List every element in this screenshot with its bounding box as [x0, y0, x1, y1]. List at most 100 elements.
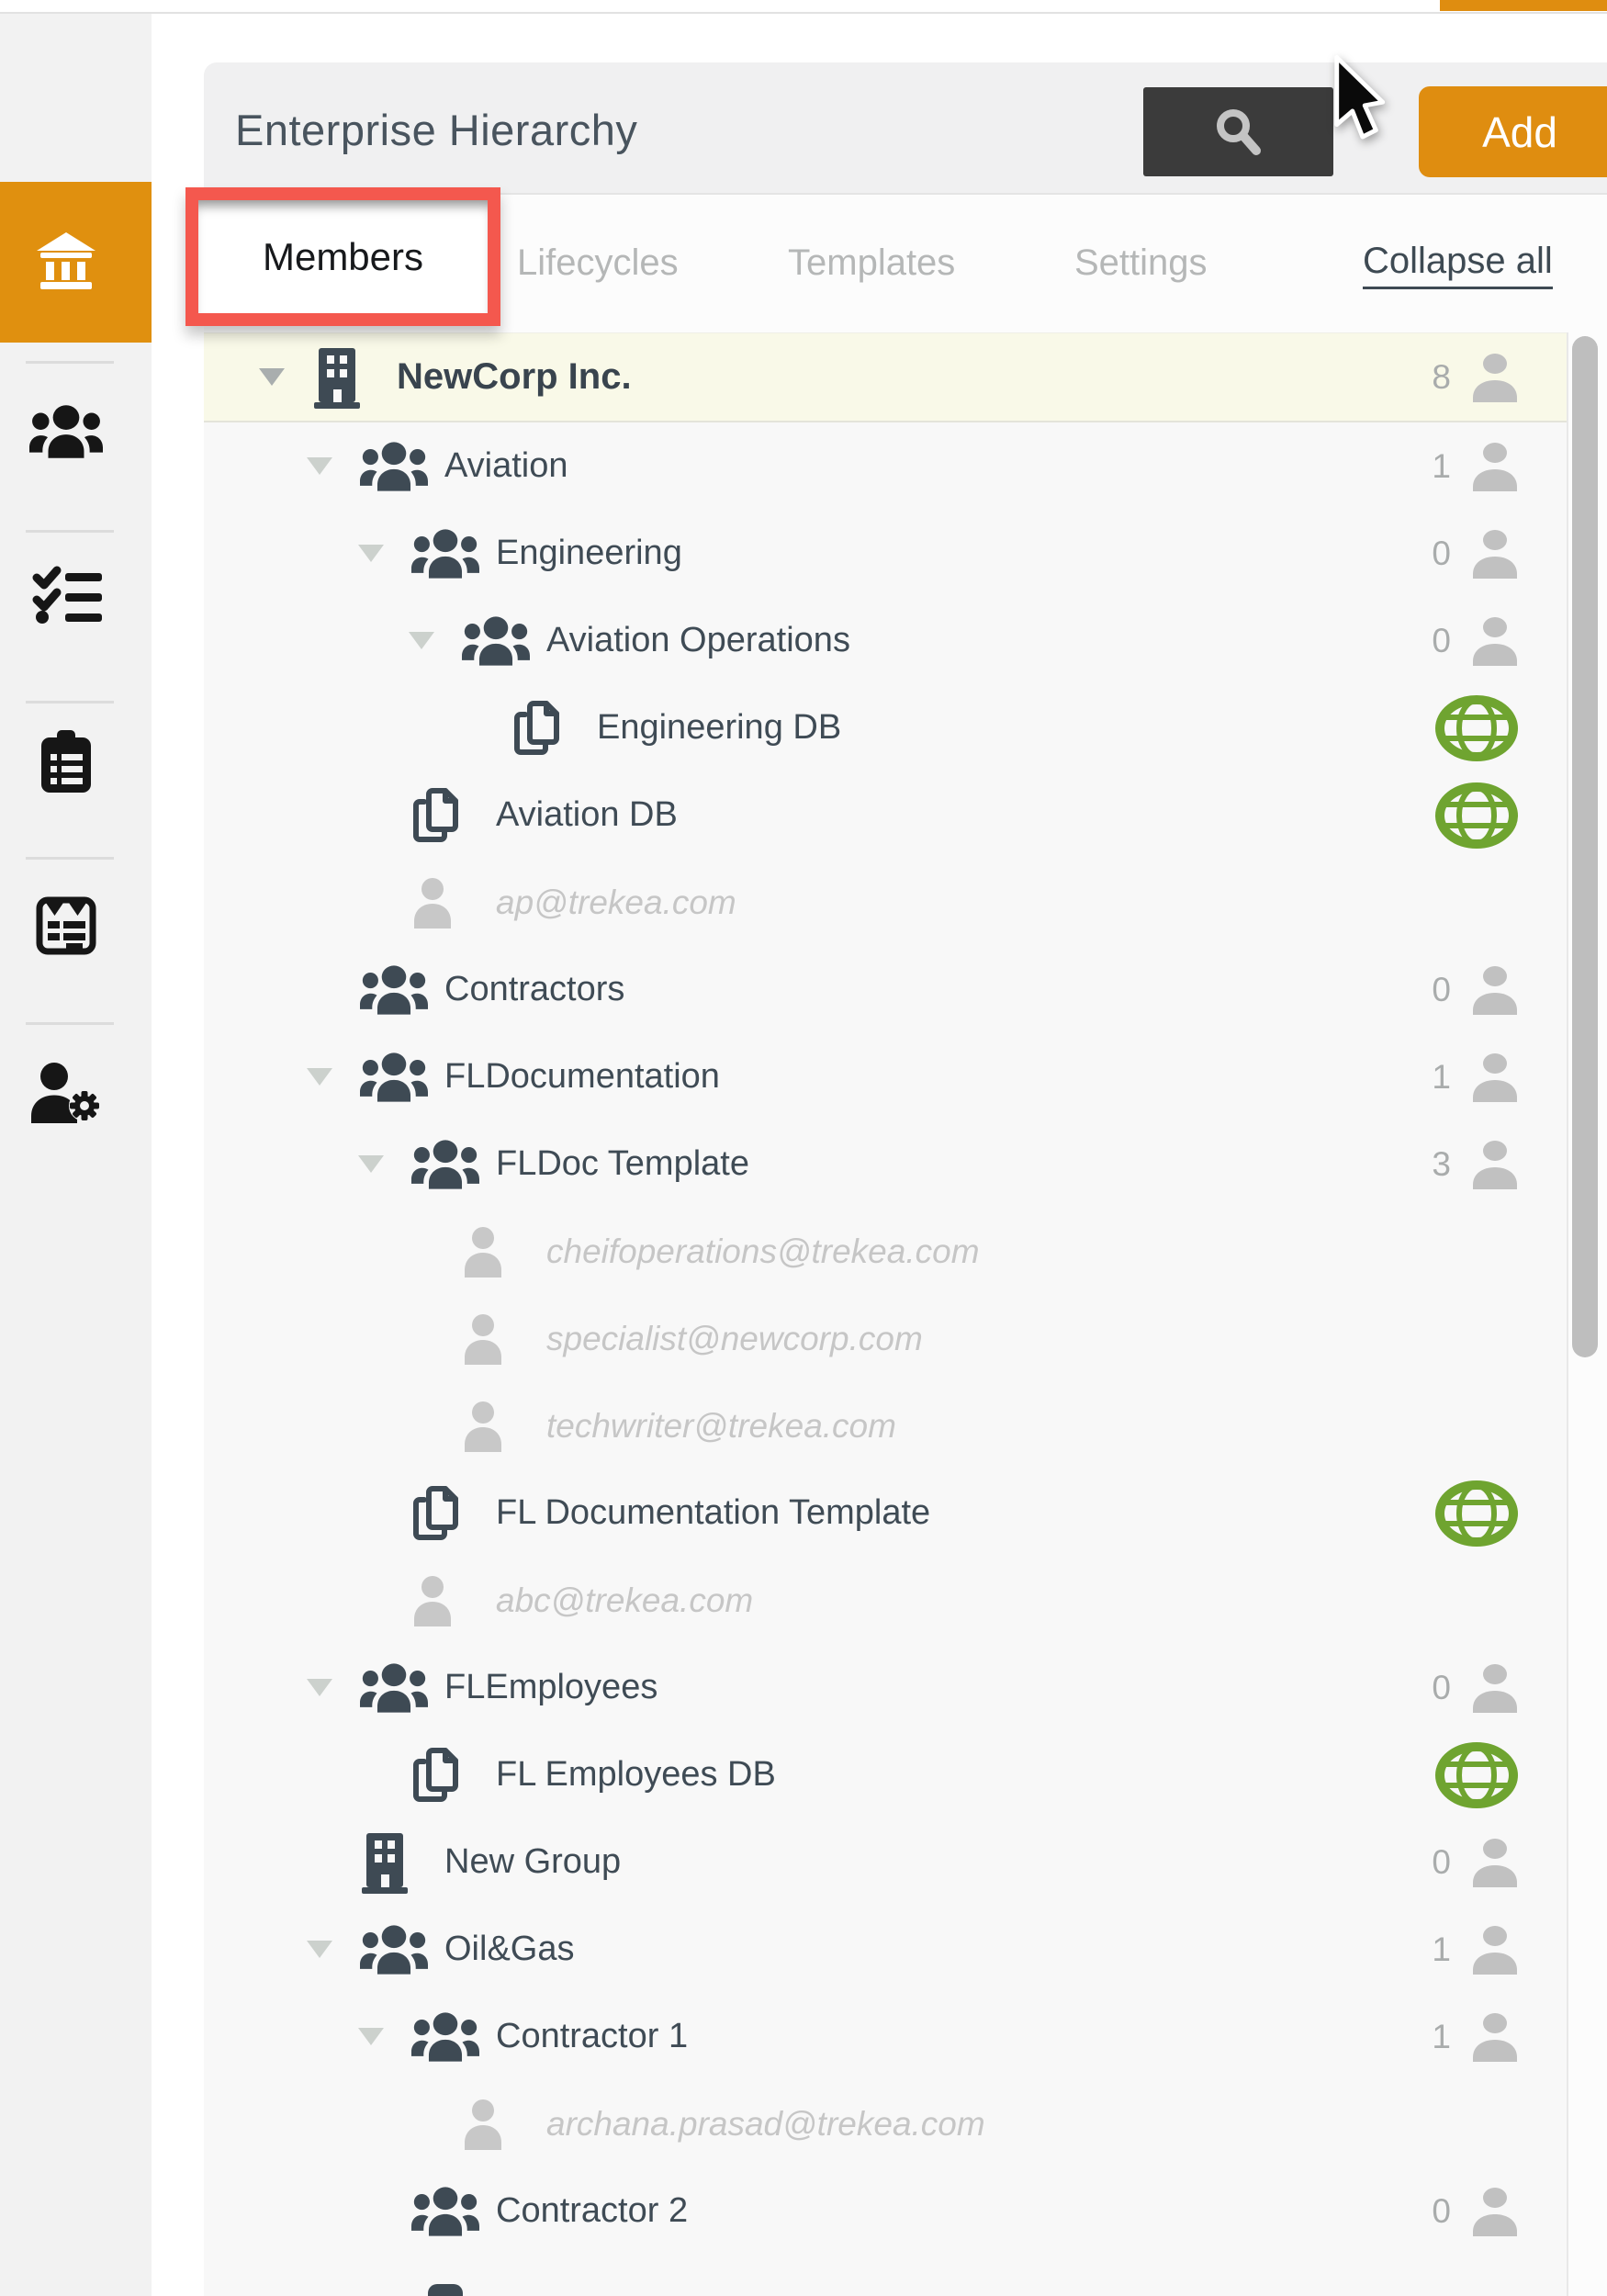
- tree-row[interactable]: Aviation DB: [204, 771, 1567, 859]
- tree-row[interactable]: FLEmployees 0: [204, 1644, 1567, 1731]
- member-count: 1: [1432, 447, 1451, 486]
- member-count: 3: [1432, 1145, 1451, 1184]
- expand-arrow-icon[interactable]: [307, 1941, 332, 1958]
- sidebar-divider: [26, 1022, 114, 1025]
- tree-row[interactable]: Aviation 1: [204, 422, 1567, 510]
- globe-icon: [1434, 694, 1519, 762]
- tree-row[interactable]: Engineering0: [204, 510, 1567, 597]
- annotation-box: Members: [185, 187, 500, 326]
- scrollbar-thumb[interactable]: [1572, 336, 1598, 1357]
- person-count-icon: [1469, 1838, 1521, 1887]
- person-count-icon: [1469, 1925, 1521, 1975]
- sidebar-item-bank[interactable]: [0, 207, 152, 317]
- tree-row[interactable]: cheifoperations@trekea.com: [204, 1208, 1567, 1295]
- person-count-icon: [1469, 529, 1521, 579]
- tree-row[interactable]: Contractor 20: [204, 2167, 1567, 2255]
- tree-row[interactable]: abc@trekea.com: [204, 1557, 1567, 1644]
- member-count: 0: [1432, 1669, 1451, 1707]
- tree-row[interactable]: techwriter@trekea.com: [204, 1382, 1567, 1469]
- tree-row-label: Engineering DB: [597, 708, 841, 748]
- search-icon: [1213, 107, 1264, 158]
- expand-arrow-icon[interactable]: [259, 368, 285, 386]
- group-icon: [411, 2187, 496, 2236]
- user-settings-icon: [29, 1063, 103, 1123]
- add-button[interactable]: Add: [1419, 86, 1607, 177]
- group-icon: [462, 616, 546, 666]
- tree-row-label: Aviation: [444, 446, 568, 486]
- expand-arrow-icon[interactable]: [307, 457, 332, 475]
- tree-row[interactable]: FL Documentation Template: [204, 1469, 1567, 1557]
- collapse-all-link[interactable]: Collapse all: [1363, 241, 1553, 289]
- sidebar-divider: [26, 361, 114, 364]
- tree-row[interactable]: New Group0: [204, 1818, 1567, 1906]
- users-icon: [29, 405, 103, 458]
- tree-row[interactable]: Engineering DB: [204, 684, 1567, 771]
- person-count-icon: [1469, 2187, 1521, 2236]
- tree-row-label: Contractors: [444, 970, 624, 1009]
- group-icon: [360, 1663, 444, 1713]
- group-icon: [411, 2012, 496, 2062]
- sidebar-item-news[interactable]: [0, 871, 152, 981]
- tree-row[interactable]: specialist@newcorp.com: [204, 1295, 1567, 1382]
- expand-arrow-icon[interactable]: [358, 1155, 384, 1173]
- sidebar: [0, 14, 152, 2296]
- user-icon: [411, 877, 496, 929]
- member-count: 0: [1432, 1843, 1451, 1882]
- user-icon: [462, 1313, 546, 1365]
- tab-settings[interactable]: Settings: [1074, 242, 1208, 284]
- expand-arrow-icon[interactable]: [409, 632, 434, 649]
- tree-row[interactable]: FLDoc Template3: [204, 1120, 1567, 1208]
- group-icon: [360, 442, 444, 491]
- document-icon: [411, 787, 496, 844]
- tree-row-label: FLEmployees: [444, 1668, 657, 1707]
- globe-icon: [1434, 782, 1519, 850]
- member-count: 0: [1432, 535, 1451, 573]
- sidebar-item-clipboard[interactable]: [0, 707, 152, 817]
- member-count: 0: [1432, 971, 1451, 1009]
- member-count: 1: [1432, 1930, 1451, 1969]
- enterprise-hierarchy-panel: Enterprise Hierarchy Add Lifecycles Temp…: [204, 62, 1607, 2296]
- globe-icon: [1434, 1741, 1519, 1809]
- tree-row-label: Contractor 2: [496, 2191, 688, 2231]
- person-count-icon: [1469, 965, 1521, 1015]
- mouse-cursor-icon: [1332, 55, 1396, 147]
- sidebar-item-checklist[interactable]: [0, 540, 152, 650]
- company-icon: [312, 346, 397, 409]
- partial-row-icon: [428, 2284, 463, 2296]
- expand-arrow-icon[interactable]: [307, 1679, 332, 1696]
- expand-arrow-icon[interactable]: [307, 1068, 332, 1086]
- user-icon: [462, 2099, 546, 2150]
- tree-row-label: techwriter@trekea.com: [546, 1407, 896, 1446]
- tree-row[interactable]: ap@trekea.com: [204, 859, 1567, 946]
- panel-header: Enterprise Hierarchy Add: [204, 62, 1607, 195]
- expand-arrow-icon[interactable]: [358, 545, 384, 562]
- clipboard-icon: [39, 730, 93, 794]
- document-icon: [411, 1485, 496, 1542]
- sidebar-item-users[interactable]: [0, 377, 152, 487]
- tree-row[interactable]: FLDocumentation1: [204, 1033, 1567, 1120]
- tab-lifecycles[interactable]: Lifecycles: [517, 242, 679, 284]
- tree-row[interactable]: Contractors 0: [204, 946, 1567, 1033]
- news-icon: [36, 895, 96, 956]
- tree-row[interactable]: archana.prasad@trekea.com: [204, 2080, 1567, 2167]
- tab-members[interactable]: Members: [198, 200, 488, 313]
- tree-row[interactable]: Contractor 11: [204, 1993, 1567, 2080]
- tree-row-label: Oil&Gas: [444, 1930, 574, 1969]
- page-title: Enterprise Hierarchy: [235, 105, 637, 155]
- top-orange-button-fragment[interactable]: [1440, 0, 1607, 11]
- tree-row[interactable]: FL Employees DB: [204, 1731, 1567, 1818]
- tree-row-label: Aviation DB: [496, 795, 678, 835]
- person-count-icon: [1469, 1663, 1521, 1713]
- document-icon: [411, 1747, 496, 1804]
- person-count-icon: [1469, 2012, 1521, 2062]
- expand-arrow-icon[interactable]: [358, 2028, 384, 2045]
- bank-icon: [33, 231, 99, 292]
- add-button-label: Add: [1482, 107, 1557, 157]
- tab-templates[interactable]: Templates: [788, 242, 955, 284]
- sidebar-divider: [26, 530, 114, 533]
- tree-row[interactable]: NewCorp Inc.8: [204, 332, 1567, 422]
- sidebar-item-user-settings[interactable]: [0, 1038, 152, 1148]
- tree-row[interactable]: Oil&Gas 1: [204, 1906, 1567, 1993]
- search-button[interactable]: [1143, 87, 1333, 176]
- tree-row[interactable]: Aviation Operations0: [204, 597, 1567, 684]
